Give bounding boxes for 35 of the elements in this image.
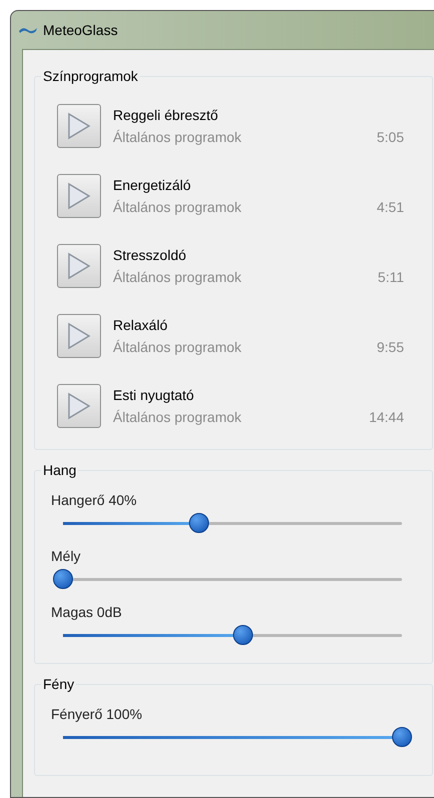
slider-label: Hangerő 40%	[51, 491, 138, 509]
program-name: Reggeli ébresztő	[113, 106, 220, 124]
slider-thumb[interactable]	[392, 727, 412, 747]
program-category: Általános programok	[113, 408, 242, 426]
slider-thumb[interactable]	[232, 625, 253, 645]
play-icon	[67, 392, 91, 420]
play-icon	[67, 112, 91, 140]
program-duration: 4:51	[376, 198, 404, 216]
play-button[interactable]	[57, 174, 101, 218]
play-icon	[67, 252, 91, 280]
play-button[interactable]	[57, 244, 101, 288]
slider-thumb[interactable]	[53, 569, 73, 589]
program-name: Energetizáló	[113, 176, 192, 194]
play-icon	[67, 182, 91, 210]
play-button[interactable]	[57, 384, 101, 428]
program-category: Általános programok	[113, 128, 242, 146]
play-button[interactable]	[57, 314, 101, 358]
program-name: Relaxáló	[113, 316, 168, 334]
program-duration: 5:05	[376, 128, 404, 146]
slider-label: Mély	[51, 547, 82, 565]
play-button[interactable]	[57, 104, 101, 148]
play-icon	[67, 322, 91, 350]
slider-thumb[interactable]	[188, 513, 209, 533]
program-category: Általános programok	[113, 338, 242, 356]
slider-label: Magas 0dB	[51, 603, 123, 621]
program-duration: 14:44	[368, 408, 404, 426]
program-category: Általános programok	[113, 198, 242, 216]
program-name: Esti nyugtató	[113, 386, 195, 404]
program-name: Stresszoldó	[113, 246, 188, 264]
window-title: MeteoGlass	[43, 20, 118, 40]
program-category: Általános programok	[113, 268, 242, 286]
app-icon	[19, 26, 37, 34]
program-duration: 9:55	[376, 338, 404, 356]
program-duration: 5:11	[378, 268, 404, 286]
slider-label: Fényerő 100%	[51, 705, 144, 723]
